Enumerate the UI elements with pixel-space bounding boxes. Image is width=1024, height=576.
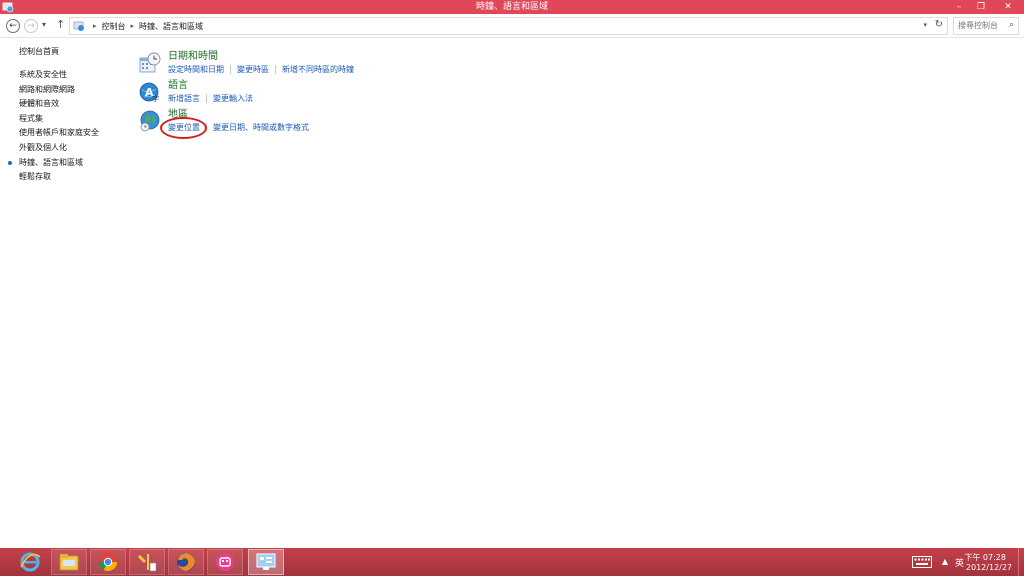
show-desktop-button[interactable] xyxy=(1018,548,1024,576)
back-arrow-icon: ← xyxy=(9,21,17,31)
chrome-icon xyxy=(99,553,117,572)
restore-button[interactable]: ❐ xyxy=(970,0,992,14)
control-panel-icon xyxy=(73,21,84,31)
window-controls: – ❐ ✕ xyxy=(948,0,1024,14)
annotation-circle xyxy=(160,117,207,139)
link-divider xyxy=(275,65,276,74)
sidebar-item-label: 外觀及個人化 xyxy=(19,142,67,152)
forward-button[interactable]: → xyxy=(24,19,38,33)
category-title[interactable]: 日期和時間 xyxy=(168,50,354,64)
sidebar: 控制台首頁 系統及安全性 網路和網際網路 硬體和音效 程式集 使用者帳戶和家庭安… xyxy=(8,46,129,185)
internet-explorer-icon xyxy=(20,552,41,572)
sidebar-item-label: 系統及安全性 xyxy=(19,70,67,79)
tools-icon xyxy=(138,554,157,572)
active-bullet-icon xyxy=(8,160,12,165)
sidebar-item-appearance[interactable]: 外觀及個人化 xyxy=(19,141,129,156)
link-change-input-method[interactable]: 變更輸入法 xyxy=(213,94,253,103)
sidebar-item-label: 時鐘、語言和區域 xyxy=(19,157,83,167)
firefox-icon xyxy=(177,553,195,571)
sidebar-item-network-internet[interactable]: 網路和網際網路 xyxy=(19,83,129,98)
taskbar-button-tools[interactable] xyxy=(129,549,165,575)
file-explorer-icon xyxy=(59,554,79,571)
link-set-time-date[interactable]: 設定時間和日期 xyxy=(168,65,224,74)
sidebar-item-label: 輕鬆存取 xyxy=(19,172,51,182)
taskbar-button-pink-app[interactable] xyxy=(207,549,243,575)
svg-text:字: 字 xyxy=(152,94,159,103)
search-icon[interactable]: ⌕ xyxy=(1009,20,1014,30)
minimize-button[interactable]: – xyxy=(948,0,970,14)
link-divider xyxy=(206,94,207,103)
category-language: A 字 語言 新增語言 變更輸入法 xyxy=(139,79,354,108)
clock-date[interactable]: 2012/12/27 xyxy=(966,563,1012,572)
sidebar-item-clock-language-region[interactable]: 時鐘、語言和區域 xyxy=(8,156,129,171)
taskbar-button-file-explorer[interactable] xyxy=(51,549,87,575)
address-bar: ← → ▾ ↑ ▸ 控制台 ▸ 時鐘、語言和區域 ▾ ↻ ⌕ xyxy=(0,14,1024,38)
forward-arrow-icon: → xyxy=(27,21,35,31)
search-box[interactable]: ⌕ xyxy=(953,17,1019,35)
search-input[interactable] xyxy=(958,21,1008,30)
window-title: 時鐘、語言和區域 xyxy=(475,2,548,12)
link-add-language[interactable]: 新增語言 xyxy=(168,94,200,103)
pink-app-icon xyxy=(216,553,234,571)
sidebar-item-programs[interactable]: 程式集 xyxy=(19,112,129,127)
system-tray: ▲ 英 下午 07:28 2012/12/27 xyxy=(894,548,1024,576)
taskbar-button-ie[interactable] xyxy=(12,549,48,575)
clock-time[interactable]: 下午 07:28 xyxy=(964,552,1006,563)
up-button[interactable]: ↑ xyxy=(56,18,65,31)
chevron-down-icon[interactable]: ▾ xyxy=(923,21,927,29)
taskbar-button-chrome[interactable] xyxy=(90,549,126,575)
sidebar-item-user-accounts[interactable]: 使用者帳戶和家庭安全 xyxy=(19,126,129,141)
breadcrumb-item-clock-language-region[interactable]: 時鐘、語言和區域 xyxy=(139,21,203,32)
sidebar-item-home[interactable]: 控制台首頁 xyxy=(19,46,129,58)
breadcrumb[interactable]: ▸ 控制台 ▸ 時鐘、語言和區域 ▾ ↻ xyxy=(69,17,948,35)
taskbar: ▲ 英 下午 07:28 2012/12/27 xyxy=(0,548,1024,576)
breadcrumb-separator-icon: ▸ xyxy=(93,22,97,30)
title-bar: 時鐘、語言和區域 – ❐ ✕ xyxy=(0,0,1024,14)
taskbar-button-control-panel[interactable] xyxy=(248,549,284,575)
back-button[interactable]: ← xyxy=(6,19,20,33)
link-change-time-zone[interactable]: 變更時區 xyxy=(237,65,269,74)
category-title[interactable]: 語言 xyxy=(168,79,354,93)
category-links: 新增語言 變更輸入法 xyxy=(168,93,354,105)
link-divider xyxy=(230,65,231,74)
recent-locations-dropdown[interactable]: ▾ xyxy=(42,20,46,29)
sidebar-item-ease-of-access[interactable]: 輕鬆存取 xyxy=(19,170,129,185)
link-change-formats[interactable]: 變更日期、時間或數字格式 xyxy=(213,123,309,132)
category-date-time: 日期和時間 設定時間和日期 變更時區 新增不同時區的時鐘 xyxy=(139,50,354,79)
breadcrumb-separator-icon: ▸ xyxy=(130,22,135,30)
control-panel-icon xyxy=(256,553,276,570)
globe-clock-icon[interactable] xyxy=(139,110,161,132)
close-button[interactable]: ✕ xyxy=(992,0,1024,14)
keyboard-icon[interactable] xyxy=(912,556,932,568)
language-icon[interactable]: A 字 xyxy=(139,81,161,103)
category-links: 設定時間和日期 變更時區 新增不同時區的時鐘 xyxy=(168,64,354,76)
sidebar-item-hardware-sound[interactable]: 硬體和音效 xyxy=(19,97,129,112)
calendar-clock-icon[interactable] xyxy=(139,52,161,74)
refresh-icon[interactable]: ↻ xyxy=(935,19,943,30)
ime-indicator[interactable]: 英 xyxy=(955,556,964,569)
sidebar-item-label: 硬體和音效 xyxy=(19,99,59,109)
sidebar-item-system-security[interactable]: 系統及安全性 xyxy=(19,68,129,83)
show-hidden-icons-icon[interactable]: ▲ xyxy=(942,557,948,566)
sidebar-item-label: 程式集 xyxy=(19,113,43,123)
breadcrumb-item-control-panel[interactable]: 控制台 xyxy=(102,21,126,32)
sidebar-item-label: 使用者帳戶和家庭安全 xyxy=(19,128,99,138)
link-add-clocks[interactable]: 新增不同時區的時鐘 xyxy=(282,65,354,74)
sidebar-item-label: 網路和網際網路 xyxy=(19,84,75,94)
taskbar-button-firefox[interactable] xyxy=(168,549,204,575)
